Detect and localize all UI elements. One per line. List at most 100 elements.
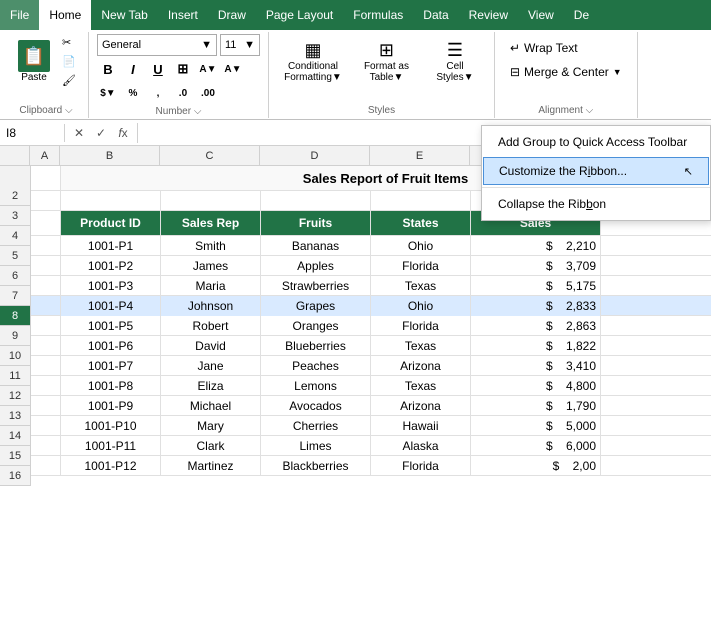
cell-E14[interactable]: Hawaii <box>371 416 471 436</box>
font-size-dropdown[interactable]: 11 ▼ <box>220 34 260 56</box>
cell-styles-button[interactable]: ☰ Cell Styles▼ <box>424 38 486 85</box>
context-menu-item-1[interactable]: Customize the Ribbon... ↖ <box>483 157 709 185</box>
paste-button[interactable]: 📋 Paste <box>12 38 56 85</box>
cell-A3[interactable] <box>31 191 61 211</box>
tab-pagelayout[interactable]: Page Layout <box>256 0 343 30</box>
tab-de[interactable]: De <box>564 0 599 30</box>
format-as-table-button[interactable]: ⊞ Format as Table▼ <box>353 38 420 85</box>
fill-color-button[interactable]: A▼ <box>197 58 219 80</box>
cut-button[interactable]: ✂ <box>58 34 80 51</box>
col-header-A[interactable]: A <box>30 146 60 165</box>
cell-D15[interactable]: Limes <box>261 436 371 456</box>
cell-F6[interactable]: $ 3,709 <box>471 256 601 276</box>
row-num-2[interactable]: 2 <box>0 186 30 206</box>
cell-A2[interactable] <box>31 166 61 190</box>
copy-button[interactable]: 📄 <box>58 53 80 70</box>
cell-A16[interactable] <box>31 456 61 476</box>
bold-button[interactable]: B <box>97 58 119 80</box>
format-painter-button[interactable]: 🖌 <box>58 72 80 89</box>
cell-C14[interactable]: Mary <box>161 416 261 436</box>
cell-C10[interactable]: David <box>161 336 261 356</box>
cell-F5[interactable]: $ 2,210 <box>471 236 601 256</box>
cell-B14[interactable]: 1001-P10 <box>61 416 161 436</box>
decrease-decimal[interactable]: .0 <box>172 82 194 104</box>
cell-E3[interactable] <box>371 191 471 211</box>
tab-data[interactable]: Data <box>413 0 458 30</box>
merge-center-button[interactable]: ⊟ Merge & Center ▼ <box>503 62 629 82</box>
row-num-15[interactable]: 15 <box>0 446 30 466</box>
row-num-16[interactable]: 16 <box>0 466 30 486</box>
row-num-10[interactable]: 10 <box>0 346 30 366</box>
cell-F12[interactable]: $ 4,800 <box>471 376 601 396</box>
font-name-dropdown[interactable]: General ▼ <box>97 34 217 56</box>
cell-E16[interactable]: Florida <box>371 456 471 476</box>
cell-A15[interactable] <box>31 436 61 456</box>
cell-C11[interactable]: Jane <box>161 356 261 376</box>
cell-D4[interactable]: Fruits <box>261 211 371 235</box>
cell-A13[interactable] <box>31 396 61 416</box>
cell-C16[interactable]: Martinez <box>161 456 261 476</box>
cell-E15[interactable]: Alaska <box>371 436 471 456</box>
cell-C6[interactable]: James <box>161 256 261 276</box>
cell-A14[interactable] <box>31 416 61 436</box>
font-color-button[interactable]: A▼ <box>222 58 244 80</box>
cell-D9[interactable]: Oranges <box>261 316 371 336</box>
cell-B5[interactable]: 1001-P1 <box>61 236 161 256</box>
cell-A6[interactable] <box>31 256 61 276</box>
cell-D11[interactable]: Peaches <box>261 356 371 376</box>
cell-C5[interactable]: Smith <box>161 236 261 256</box>
cell-D5[interactable]: Bananas <box>261 236 371 256</box>
cell-D3[interactable] <box>261 191 371 211</box>
cell-C12[interactable]: Eliza <box>161 376 261 396</box>
currency-button[interactable]: $▼ <box>97 82 119 104</box>
cell-C13[interactable]: Michael <box>161 396 261 416</box>
tab-draw[interactable]: Draw <box>208 0 256 30</box>
cell-D16[interactable]: Blackberries <box>261 456 371 476</box>
row-num-6[interactable]: 6 <box>0 266 30 286</box>
cell-F7[interactable]: $ 5,175 <box>471 276 601 296</box>
cell-A8[interactable] <box>31 296 61 316</box>
cell-A7[interactable] <box>31 276 61 296</box>
row-num-12[interactable]: 12 <box>0 386 30 406</box>
conditional-formatting-button[interactable]: ▦ Conditional Formatting▼ <box>277 38 349 85</box>
col-header-C[interactable]: C <box>160 146 260 165</box>
cell-C9[interactable]: Robert <box>161 316 261 336</box>
cell-C7[interactable]: Maria <box>161 276 261 296</box>
cell-E8[interactable]: Ohio <box>371 296 471 316</box>
cell-A11[interactable] <box>31 356 61 376</box>
comma-button[interactable]: , <box>147 82 169 104</box>
row-num-9[interactable]: 9 <box>0 326 30 346</box>
cell-F10[interactable]: $ 1,822 <box>471 336 601 356</box>
cell-A10[interactable] <box>31 336 61 356</box>
row-num-13[interactable]: 13 <box>0 406 30 426</box>
row-num-5[interactable]: 5 <box>0 246 30 266</box>
cell-F13[interactable]: $ 1,790 <box>471 396 601 416</box>
cell-F16[interactable]: $ 2,00 <box>471 456 601 476</box>
cell-B15[interactable]: 1001-P11 <box>61 436 161 456</box>
cell-A9[interactable] <box>31 316 61 336</box>
tab-home[interactable]: Home <box>39 0 91 30</box>
cell-D7[interactable]: Strawberries <box>261 276 371 296</box>
cell-E7[interactable]: Texas <box>371 276 471 296</box>
cell-B12[interactable]: 1001-P8 <box>61 376 161 396</box>
row-num-7[interactable]: 7 <box>0 286 30 306</box>
col-header-D[interactable]: D <box>260 146 370 165</box>
cell-F8[interactable]: $ 2,833 <box>471 296 601 316</box>
cell-B10[interactable]: 1001-P6 <box>61 336 161 356</box>
tab-formulas[interactable]: Formulas <box>343 0 413 30</box>
cell-B7[interactable]: 1001-P3 <box>61 276 161 296</box>
cell-E9[interactable]: Florida <box>371 316 471 336</box>
cell-D10[interactable]: Blueberries <box>261 336 371 356</box>
formula-insert-function-button[interactable]: fx <box>113 123 133 143</box>
cell-B11[interactable]: 1001-P7 <box>61 356 161 376</box>
cell-E11[interactable]: Arizona <box>371 356 471 376</box>
row-num-8[interactable]: 8 <box>0 306 30 326</box>
italic-button[interactable]: I <box>122 58 144 80</box>
cell-C4[interactable]: Sales Rep <box>161 211 261 235</box>
tab-view[interactable]: View <box>518 0 564 30</box>
cell-A5[interactable] <box>31 236 61 256</box>
cell-D12[interactable]: Lemons <box>261 376 371 396</box>
formula-cancel-button[interactable]: ✕ <box>69 123 89 143</box>
row-num-3[interactable]: 3 <box>0 206 30 226</box>
tab-file[interactable]: File <box>0 0 39 30</box>
